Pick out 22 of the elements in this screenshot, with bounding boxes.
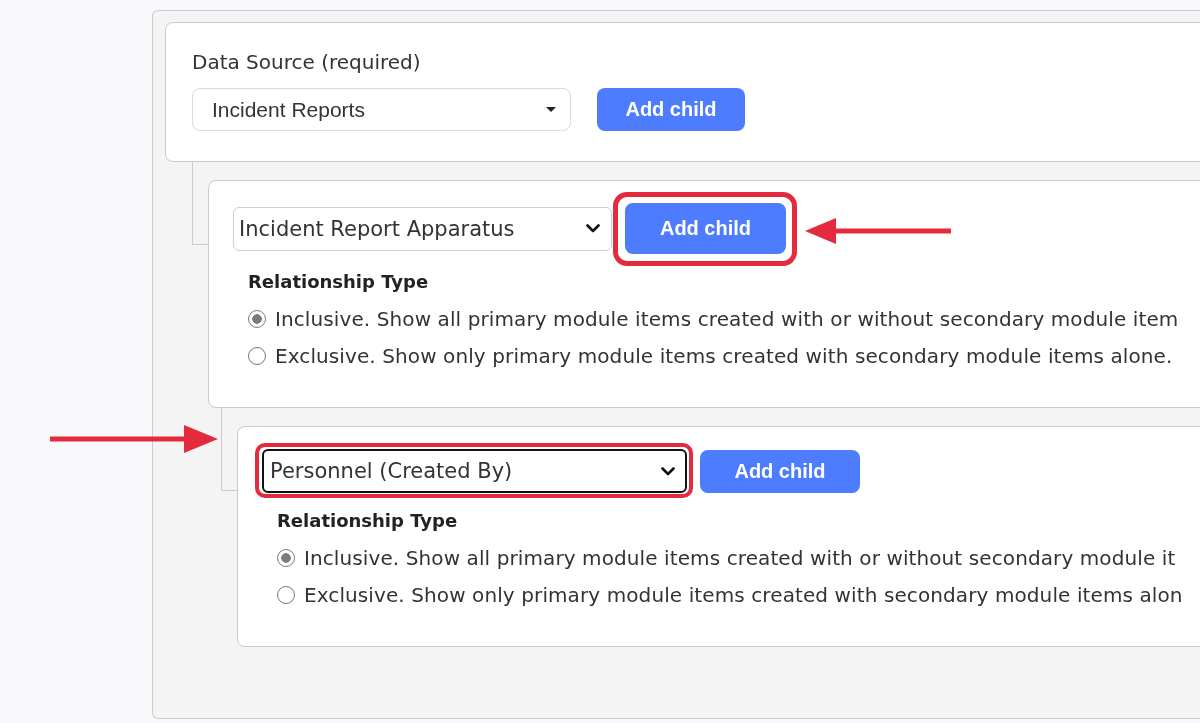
dropdown-select[interactable]: Incident Report Apparatus: [233, 206, 612, 251]
add-child-button[interactable]: Add child: [700, 449, 860, 493]
add-child-button[interactable]: Add child: [597, 88, 745, 131]
arrow-icon: [50, 424, 218, 454]
option-label[interactable]: Inclusive. Show all primary module items created with or without secondary module it: [304, 545, 1176, 570]
section-heading: Relationship Type: [277, 509, 458, 533]
radio-button[interactable]: [248, 346, 266, 365]
add-child-button[interactable]: Add child: [625, 203, 786, 254]
field-label: Data Source (required): [192, 50, 421, 74]
chevron-down-icon: [661, 466, 675, 476]
option-label[interactable]: Exclusive. Show only primary module items created with secondary module items alon: [304, 582, 1183, 607]
section-heading: Relationship Type: [248, 270, 429, 294]
option-label[interactable]: Inclusive. Show all primary module items created with or without secondary module item: [275, 306, 1179, 331]
radio-button[interactable]: [277, 585, 295, 604]
caret-icon: [546, 107, 556, 112]
dropdown-select[interactable]: Incident Reports: [192, 88, 571, 131]
arrow-icon: [805, 217, 951, 245]
chevron-down-icon: [586, 224, 600, 233]
option-label[interactable]: Exclusive. Show only primary module items created with secondary module items alone.: [275, 343, 1173, 368]
radio-button[interactable]: [248, 309, 266, 328]
radio-button[interactable]: [277, 548, 295, 567]
dropdown-select[interactable]: Personnel (Created By): [262, 449, 687, 493]
